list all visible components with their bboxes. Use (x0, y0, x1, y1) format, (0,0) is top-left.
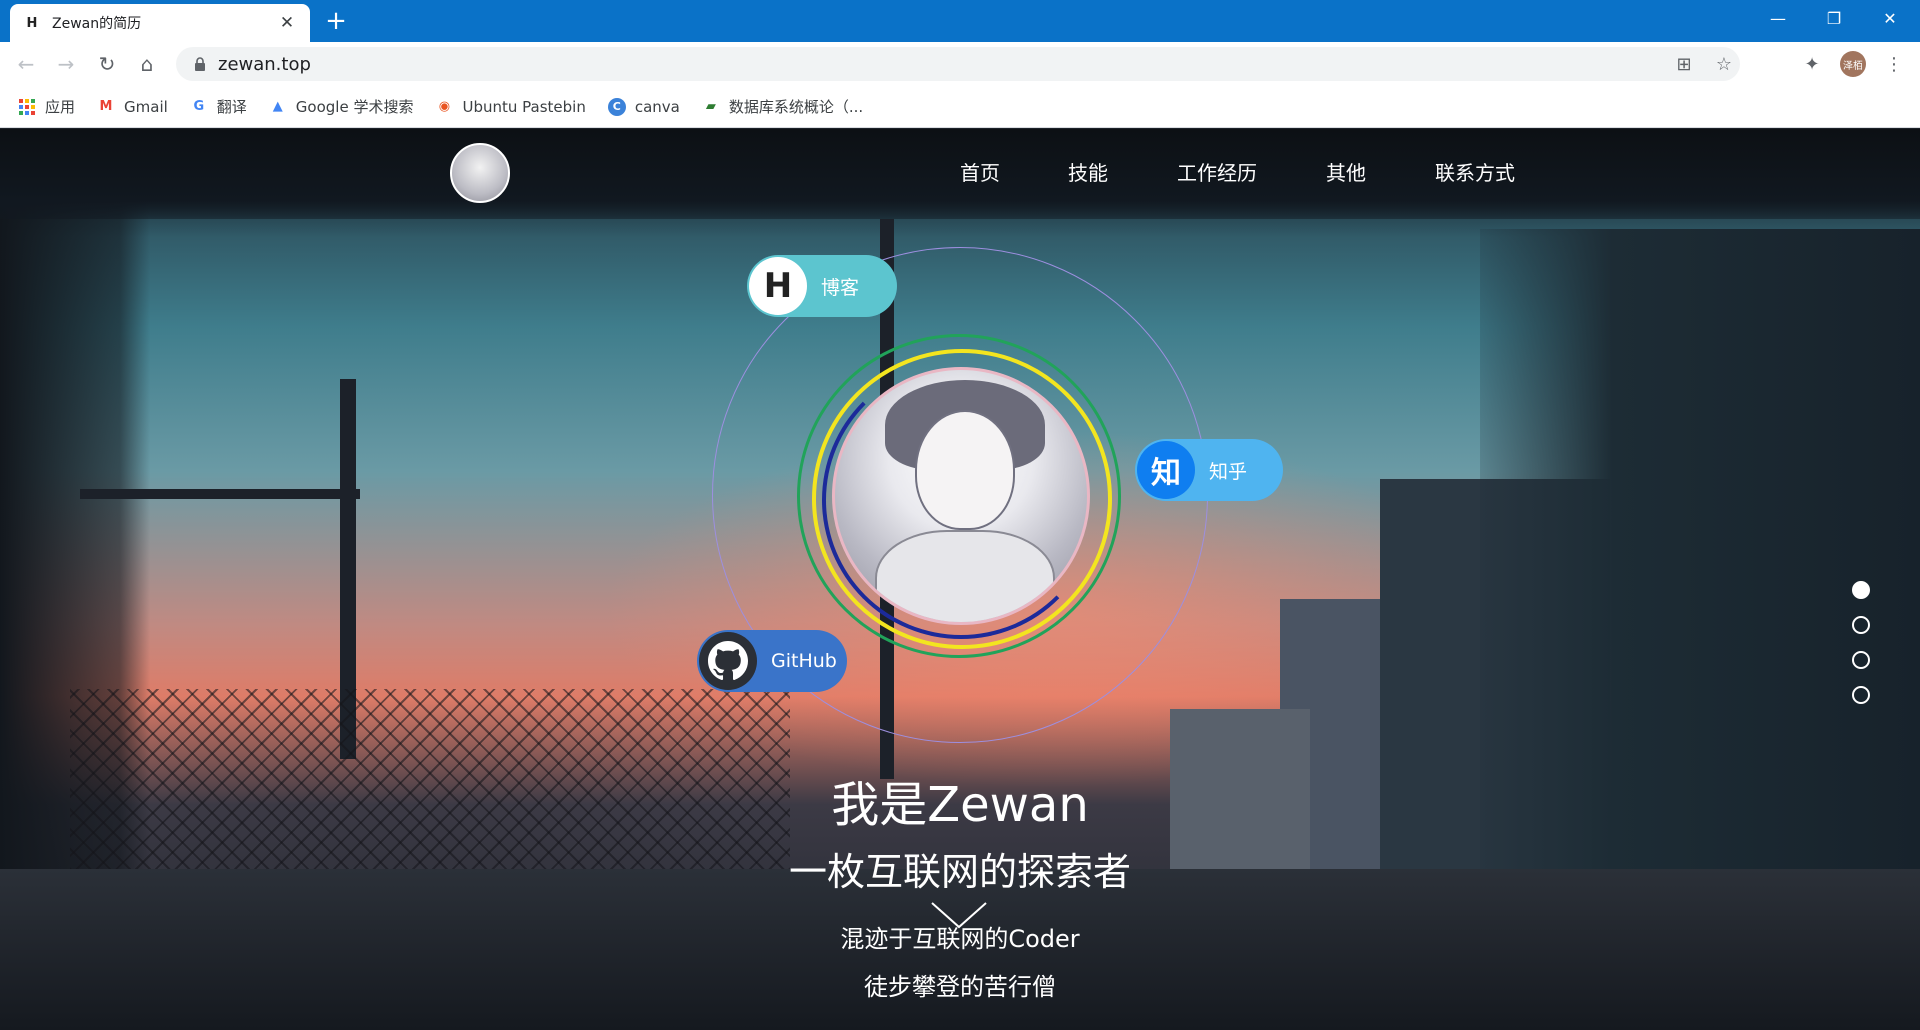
hero-line-climber: 徒步攀登的苦行僧 (864, 973, 1056, 1001)
browser-tab[interactable]: H Zewan的简历 ✕ (10, 4, 310, 42)
gmail-icon: M (99, 99, 113, 114)
home-icon[interactable]: ⌂ (133, 50, 161, 78)
browser-tabbar: H Zewan的简历 ✕ + — ❐ ✕ (0, 0, 1920, 42)
bookmark-translate[interactable]: G 翻译 (190, 96, 247, 117)
profile-avatar-large (832, 367, 1090, 625)
scholar-icon: ▲ (272, 99, 283, 114)
zhihu-link[interactable]: 知 知乎 (1135, 439, 1283, 501)
bookmark-label: Google 学术搜索 (295, 98, 414, 116)
canva-icon: C (607, 97, 626, 116)
github-label: GitHub (771, 650, 837, 672)
bookmark-canva[interactable]: C canva (607, 97, 680, 116)
bookmark-gmail[interactable]: M Gmail (97, 98, 168, 116)
site-logo-avatar[interactable] (450, 143, 510, 203)
zhihu-label: 知乎 (1209, 460, 1248, 483)
star-icon[interactable]: ☆ (1712, 52, 1736, 76)
address-bar[interactable]: zewan.top ☆ ⊞ (176, 47, 1740, 81)
url-text: zewan.top (218, 54, 311, 75)
blog-label: 博客 (821, 276, 860, 299)
bookmark-label: 数据库系统概论（... (728, 98, 864, 116)
section-dot-4[interactable] (1852, 686, 1870, 704)
new-tab-button[interactable]: + (322, 8, 350, 36)
bookmark-label: Gmail (124, 97, 168, 116)
section-dot-2[interactable] (1852, 616, 1870, 634)
restore-button[interactable]: ❐ (1806, 0, 1862, 36)
github-icon (699, 632, 757, 690)
truss-beam (80, 489, 360, 499)
book-icon: ▰ (705, 99, 716, 114)
avatar-face (915, 410, 1015, 530)
translate-icon: G (193, 99, 205, 114)
nav-home[interactable]: 首页 (960, 157, 1000, 186)
tab-title: Zewan的简历 (52, 16, 142, 32)
browser-toolbar: ← → ↻ ⌂ zewan.top ☆ ⊞ ✦ 泽栢 ⋮ (0, 42, 1920, 86)
nav-contact[interactable]: 联系方式 (1435, 157, 1515, 186)
bookmark-label: canva (634, 97, 680, 116)
close-window-button[interactable]: ✕ (1862, 0, 1918, 36)
hero-line-coder: 混迹于互联网的Coder (840, 925, 1080, 953)
zhihu-icon: 知 (1137, 441, 1195, 499)
forward-icon[interactable]: → (52, 50, 80, 78)
site-favicon-icon: H (26, 15, 38, 31)
back-icon[interactable]: ← (12, 50, 40, 78)
bookmark-database-book[interactable]: ▰ 数据库系统概论（... (702, 96, 863, 117)
blog-link[interactable]: H 博客 (747, 255, 897, 317)
more-icon[interactable]: ⋮ (1880, 50, 1908, 78)
apps-grid-icon (18, 98, 36, 116)
nav-other[interactable]: 其他 (1326, 157, 1366, 186)
nav-skills[interactable]: 技能 (1068, 157, 1108, 186)
hero-tagline: 一枚互联网的探索者 (788, 850, 1131, 894)
minimize-button[interactable]: — (1750, 0, 1806, 36)
close-tab-icon[interactable]: ✕ (278, 13, 296, 33)
bookmarks-bar: 应用 M Gmail G 翻译 ▲ Google 学术搜索 ◉ Ubuntu P… (0, 86, 1920, 128)
hero-name: 我是Zewan (831, 777, 1089, 833)
translate-icon[interactable]: ⊞ (1672, 52, 1696, 76)
profile-avatar[interactable]: 泽栢 (1840, 51, 1866, 77)
bookmark-label: Ubuntu Pastebin (462, 97, 586, 116)
bookmark-label: 应用 (45, 98, 76, 116)
avatar-body (875, 530, 1055, 622)
bookmark-scholar[interactable]: ▲ Google 学术搜索 (269, 96, 414, 117)
github-link[interactable]: GitHub (697, 630, 847, 692)
bookmark-apps[interactable]: 应用 (18, 96, 75, 117)
nav-work-experience[interactable]: 工作经历 (1177, 157, 1257, 186)
bookmark-label: 翻译 (216, 98, 247, 116)
reload-icon[interactable]: ↻ (93, 50, 121, 78)
lock-icon (195, 57, 205, 71)
section-dot-3[interactable] (1852, 651, 1870, 669)
section-dot-1[interactable] (1852, 581, 1870, 599)
blog-h-icon: H (749, 257, 807, 315)
ubuntu-icon: ◉ (438, 99, 451, 114)
page-hero: 首页 技能 工作经历 其他 联系方式 H 博客 知 知乎 GitHub 我是Ze… (0, 129, 1920, 1030)
bookmark-ubuntu-pastebin[interactable]: ◉ Ubuntu Pastebin (435, 97, 586, 116)
extensions-icon[interactable]: ✦ (1798, 50, 1826, 78)
